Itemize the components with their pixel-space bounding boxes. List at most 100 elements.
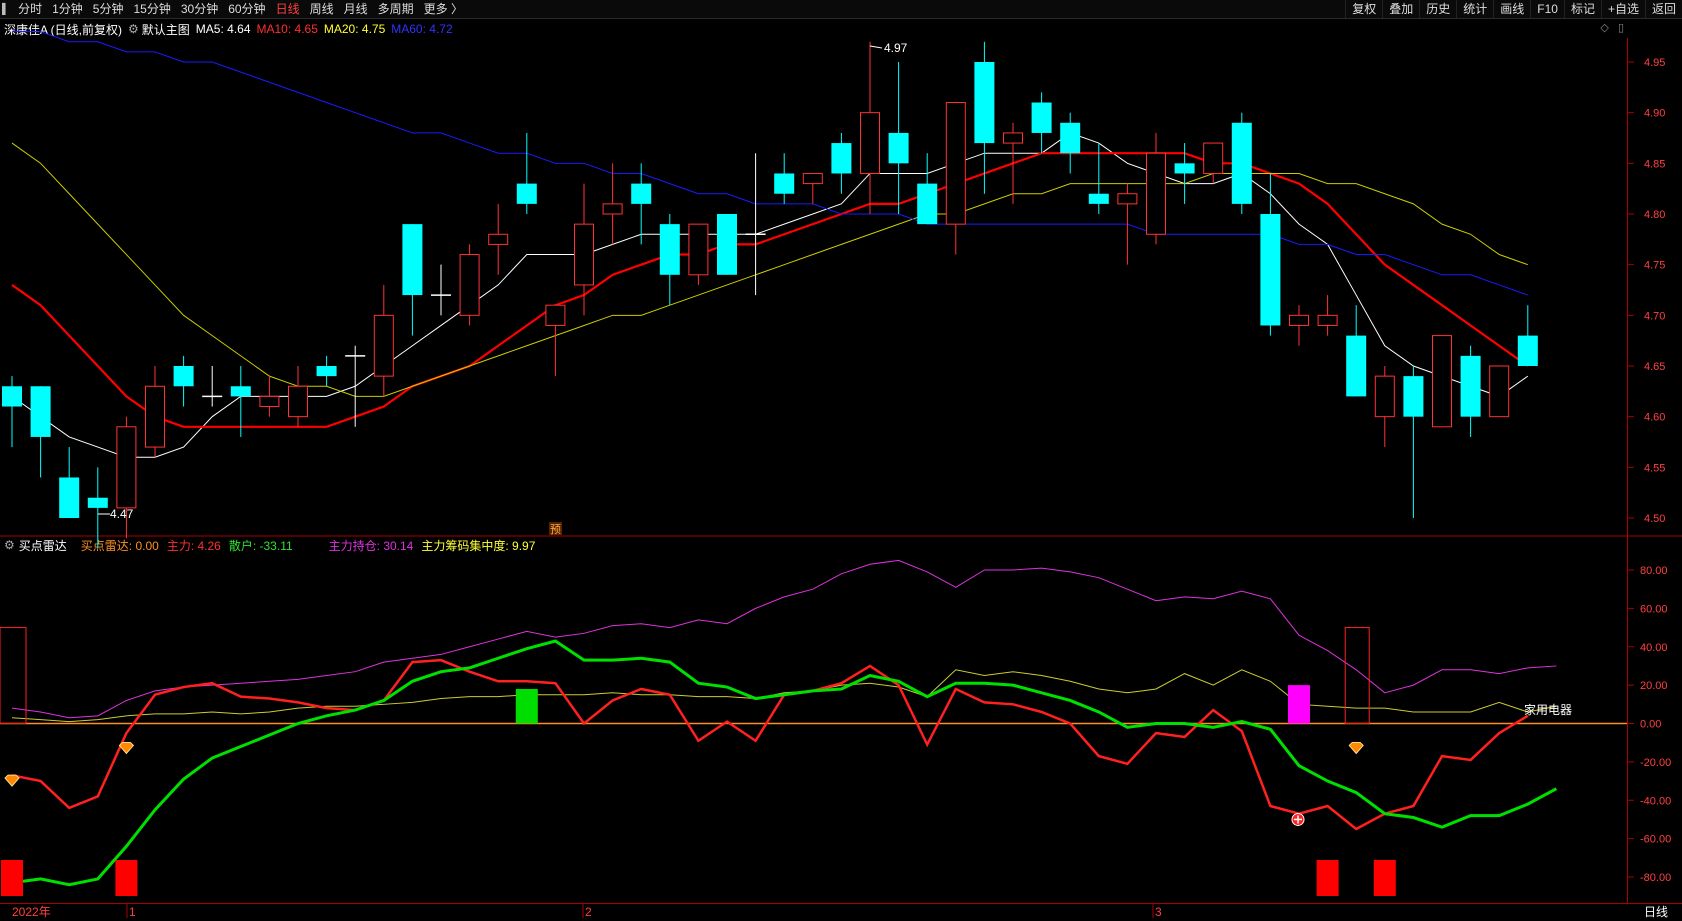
tab-5[interactable]: 60分钟: [223, 0, 270, 18]
toolbar-button-6[interactable]: 标记: [1563, 0, 1601, 18]
tab-0[interactable]: 分时: [13, 0, 47, 18]
candle-body: [1289, 314, 1309, 326]
settings-gear-icon[interactable]: ⚙: [128, 22, 139, 36]
candle: [888, 62, 909, 214]
tab-6[interactable]: 日线: [271, 0, 305, 18]
toolbar-button-4[interactable]: 画线: [1493, 0, 1530, 18]
tab-9[interactable]: 多周期: [373, 0, 419, 18]
candle: [345, 345, 366, 427]
candle-body: [87, 497, 108, 508]
candle: [1117, 183, 1138, 265]
moving-average-lines: [11, 31, 1529, 458]
diamond-icon: [1348, 741, 1364, 755]
candle-body: [1231, 122, 1252, 204]
value-tick-label: -60.00: [1640, 834, 1671, 846]
candle-body: [831, 143, 852, 174]
toolbar-button-0[interactable]: 复权: [1345, 0, 1382, 18]
template-name[interactable]: 默认主图: [142, 21, 190, 38]
buy-signal-bar: [1316, 860, 1339, 896]
window-menu-icon[interactable]: ▌: [0, 4, 13, 15]
candle: [1403, 366, 1424, 518]
value-tick-label: -20.00: [1640, 757, 1671, 769]
toolbar-button-2[interactable]: 历史: [1419, 0, 1456, 18]
candle-body: [1174, 163, 1195, 174]
tab-4[interactable]: 30分钟: [176, 0, 223, 18]
candle-body: [631, 183, 652, 204]
candle-body: [1346, 335, 1367, 397]
candle: [288, 366, 308, 427]
low-label: 4.47: [110, 507, 134, 521]
ma10-value: MA10: 4.65: [256, 22, 318, 36]
candle-body: [888, 132, 909, 164]
value-tick-label: 0.00: [1640, 719, 1661, 731]
kline-chart[interactable]: 4.95 4.90 4.85 4.80 4.75 4.70 4.65 4.60 4.55 4.50…: [0, 0, 1682, 921]
candle: [402, 224, 423, 336]
ma-line-ma60: [12, 31, 1528, 296]
candle-body: [860, 112, 880, 174]
candle: [230, 366, 251, 437]
candle-body: [1117, 193, 1138, 205]
toolbar-button-8[interactable]: 返回: [1644, 0, 1682, 18]
month-label-2: 2: [585, 905, 592, 919]
tab-2[interactable]: 5分钟: [88, 0, 129, 18]
candlesticks[interactable]: [2, 41, 1538, 549]
price-tick-label: 4.65: [1644, 361, 1665, 373]
candle-body: [945, 102, 966, 225]
chicang-value: 主力持仓: 30.14: [328, 538, 414, 553]
diamond-icon: [4, 774, 20, 787]
toolbar-button-7[interactable]: +自选: [1600, 0, 1645, 18]
candle: [1489, 365, 1510, 418]
candle: [1003, 122, 1023, 204]
tab-8[interactable]: 月线: [339, 0, 373, 18]
candle: [860, 41, 880, 214]
candle: [459, 244, 480, 326]
stock-title[interactable]: 深康佳A (日线,前复权): [4, 21, 122, 38]
candle: [116, 416, 137, 539]
indicator-gear-icon[interactable]: ⚙: [4, 538, 15, 552]
candle-body: [1403, 376, 1424, 417]
candle-body: [1003, 132, 1023, 144]
tab-10[interactable]: 更多 〉: [419, 0, 468, 18]
candle: [1346, 305, 1367, 397]
expand-icon[interactable]: ▯: [1618, 22, 1624, 34]
candle: [373, 284, 394, 397]
toolbar-button-3[interactable]: 统计: [1456, 0, 1493, 18]
candle: [1231, 112, 1252, 214]
toolbar-button-5[interactable]: F10: [1530, 0, 1564, 18]
indicator-lines: [0, 559, 1627, 887]
indicator-name[interactable]: 买点雷达: [19, 537, 67, 554]
diamond-icon: [118, 741, 135, 755]
candle: [1203, 142, 1224, 184]
candle-body: [774, 173, 795, 194]
price-tick-label: 4.70: [1644, 310, 1665, 322]
candle: [545, 304, 566, 377]
candle: [831, 132, 852, 194]
indicator-line-2: [11, 559, 1557, 719]
candle: [1146, 132, 1166, 245]
candle-body: [688, 223, 709, 276]
month-label-3: 3: [1155, 905, 1162, 919]
candle: [659, 214, 680, 306]
pre-badge: [549, 522, 562, 535]
tab-3[interactable]: 15分钟: [128, 0, 175, 18]
high-marker: 4.97: [869, 41, 908, 55]
indicator-line-0: [11, 658, 1529, 831]
date-axis: 2022年 1 2 3 日线: [12, 904, 1668, 919]
green-signal-bar: [515, 688, 538, 724]
tab-7[interactable]: 周线: [305, 0, 339, 18]
ma-line-ma20: [11, 142, 1528, 397]
candle-body: [30, 386, 51, 437]
candle-body: [1374, 375, 1395, 418]
outline-signal-box: [1344, 627, 1370, 724]
candle: [945, 102, 966, 255]
candle-body: [574, 223, 594, 286]
candle: [1260, 173, 1281, 336]
candle-body: [259, 395, 280, 408]
price-tick-label: 4.55: [1644, 462, 1665, 474]
indicator-axis: 80.00 60.00 40.00 20.00 0.00 -20.00 -40.00 -60.…: [1628, 565, 1671, 884]
tab-1[interactable]: 1分钟: [47, 0, 88, 18]
diamond-icon[interactable]: ◇: [1600, 22, 1608, 34]
candle-body: [373, 314, 394, 377]
toolbar-button-1[interactable]: 叠加: [1382, 0, 1419, 18]
ma-line-ma10: [11, 152, 1529, 428]
